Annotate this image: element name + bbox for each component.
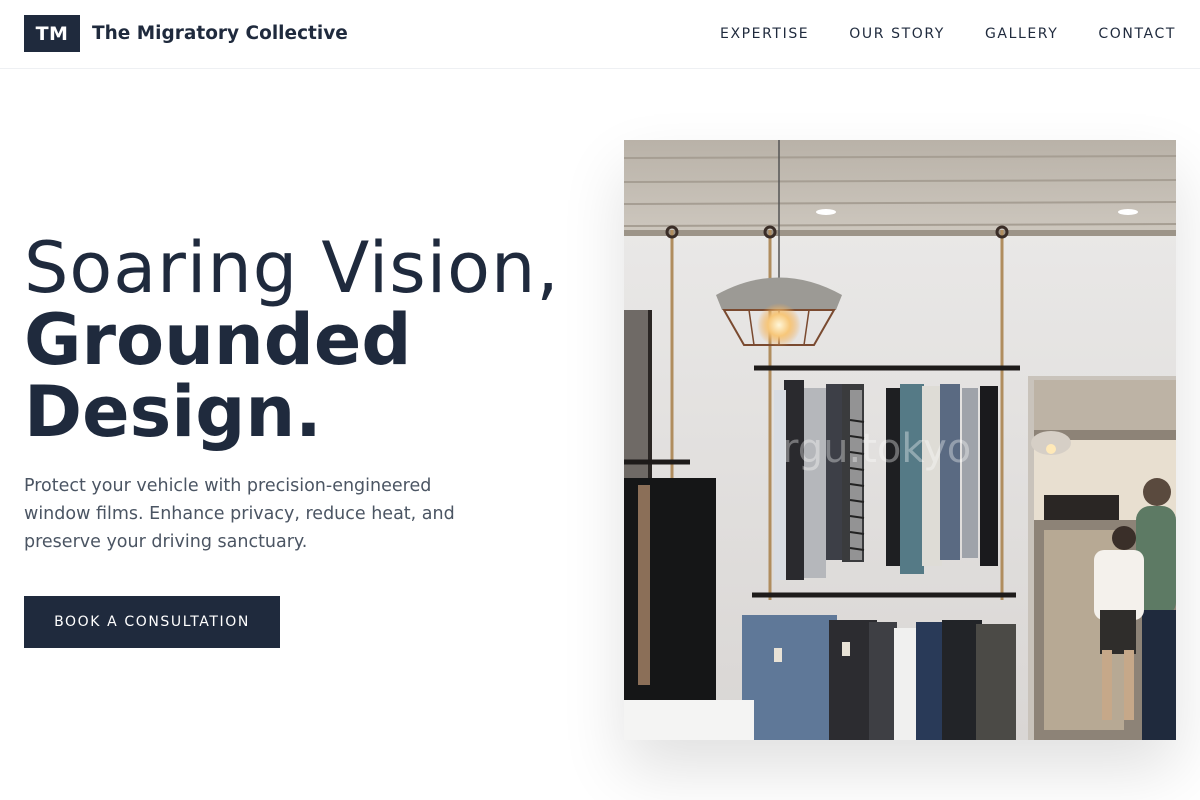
hero-description: Protect your vehicle with precision-engi…: [24, 476, 455, 552]
brand-logo-link[interactable]: TM The Migratory Collective: [24, 15, 348, 52]
headline-line-3: Design.: [24, 371, 322, 453]
hero-headline: Soaring Vision, Grounded Design.: [24, 232, 594, 448]
brand-name: The Migratory Collective: [92, 23, 348, 44]
nav-link-contact[interactable]: CONTACT: [1098, 26, 1176, 42]
book-consultation-button[interactable]: BOOK A CONSULTATION: [24, 596, 280, 648]
headline-line-2: Grounded: [24, 299, 412, 381]
nav-link-gallery[interactable]: GALLERY: [985, 26, 1058, 42]
clothing-store-photo: rgu.tokyo: [624, 140, 1176, 740]
headline-line-1: Soaring Vision,: [24, 227, 560, 309]
nav-link-our-story[interactable]: OUR STORY: [849, 26, 945, 42]
main-nav: EXPERTISE OUR STORY GALLERY CONTACT: [720, 0, 1176, 68]
site-header: TM The Migratory Collective EXPERTISE OU…: [0, 0, 1200, 69]
logo-mark: TM: [24, 15, 80, 52]
hero-image: rgu.tokyo: [624, 140, 1176, 740]
image-watermark: rgu.tokyo: [782, 426, 971, 472]
nav-link-expertise[interactable]: EXPERTISE: [720, 26, 809, 42]
